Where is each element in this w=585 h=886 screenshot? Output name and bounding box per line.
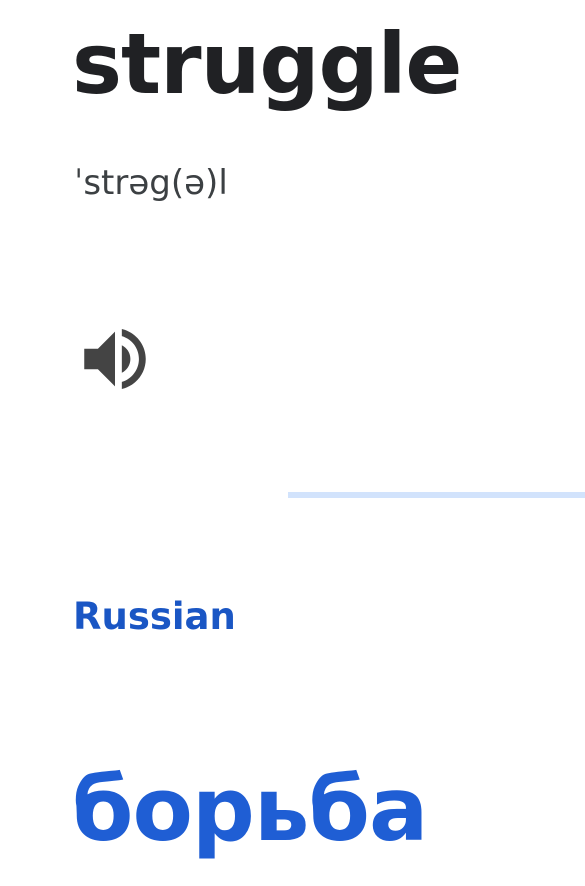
listen-button[interactable] bbox=[72, 316, 158, 402]
source-word: struggle bbox=[72, 15, 462, 113]
divider bbox=[288, 492, 585, 498]
phonetic-transcription: ˈstrəg(ə)l bbox=[74, 163, 228, 203]
target-language-label: Russian bbox=[73, 595, 236, 638]
translation-text: борьба bbox=[72, 758, 428, 861]
volume-up-icon bbox=[84, 329, 146, 389]
